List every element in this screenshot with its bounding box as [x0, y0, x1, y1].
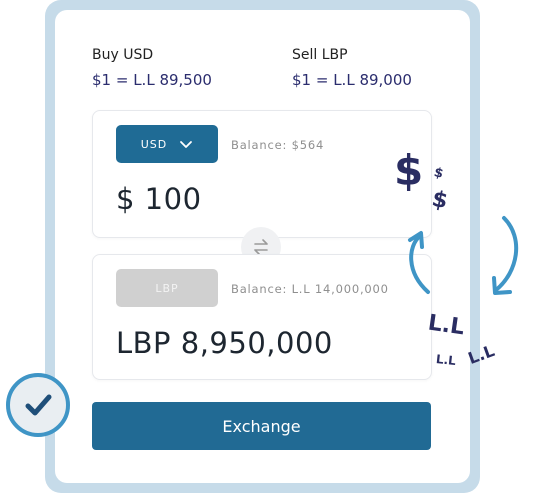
buy-rate-value: $1 = L.L 89,500	[92, 71, 212, 89]
lira-sign-small: L.L	[435, 352, 457, 368]
to-currency-panel: LBP Balance: L.L 14,000,000 LBP 8,950,00…	[92, 254, 432, 380]
to-currency-select[interactable]: LBP	[116, 269, 218, 307]
to-currency-label: LBP	[155, 281, 179, 295]
from-balance: Balance: $564	[231, 138, 325, 152]
from-currency-select[interactable]: USD	[116, 125, 218, 163]
sell-rate-value: $1 = L.L 89,000	[292, 71, 412, 89]
cycle-arrows-icon	[408, 216, 519, 295]
to-amount: LBP 8,950,000	[116, 326, 333, 360]
from-currency-panel: USD Balance: $564 $ 100	[92, 110, 432, 238]
chevron-down-icon	[180, 141, 193, 148]
buy-rate-label: Buy USD	[92, 47, 154, 63]
sell-rate-label: Sell LBP	[292, 47, 348, 63]
sell-rate: Sell LBP $1 = L.L 89,000	[292, 47, 412, 89]
from-currency-label: USD	[140, 137, 168, 151]
to-balance: Balance: L.L 14,000,000	[231, 282, 389, 296]
exchange-button[interactable]: Exchange	[92, 402, 431, 450]
from-amount[interactable]: $ 100	[116, 182, 202, 216]
lira-sign-large: L.L	[426, 310, 466, 341]
dollar-sign-large: $	[394, 146, 424, 195]
check-icon	[6, 373, 70, 437]
buy-rate: Buy USD $1 = L.L 89,500	[92, 47, 212, 89]
